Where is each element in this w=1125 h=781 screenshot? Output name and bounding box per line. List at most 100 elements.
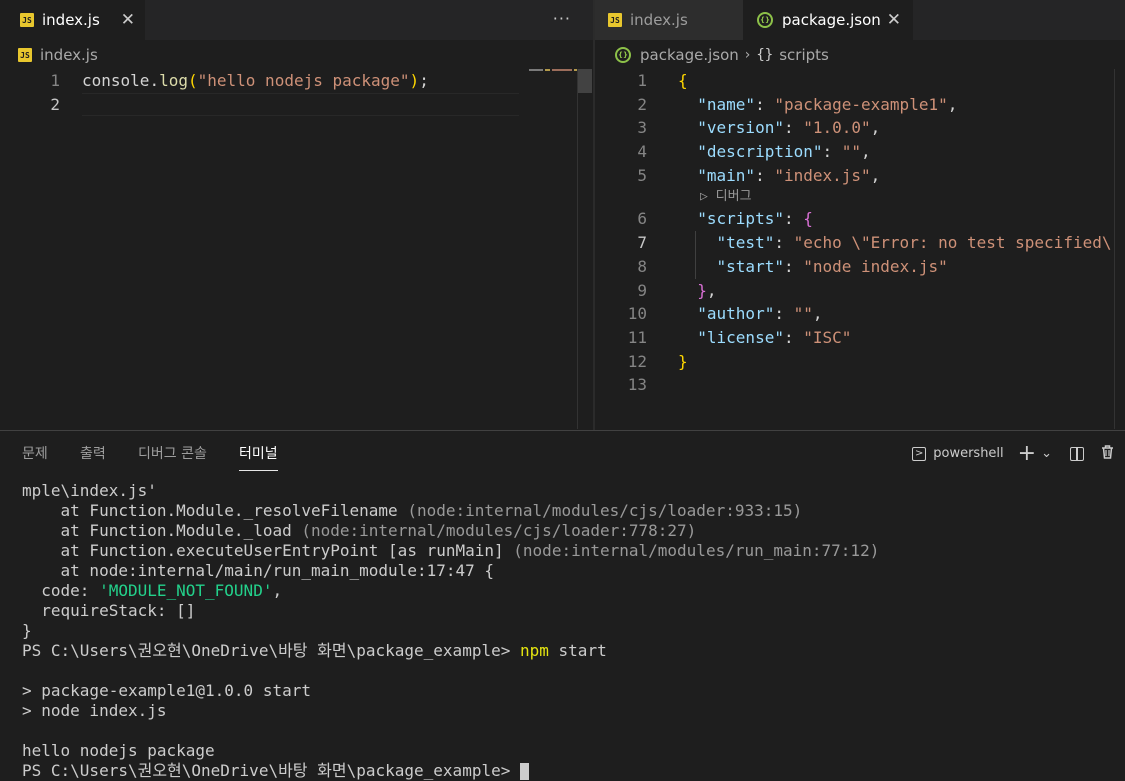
code-token: "version" (697, 118, 784, 138)
terminal-output[interactable]: mple\index.js' at Function.Module._resol… (22, 481, 1125, 780)
line-text: "version": "1.0.0", (678, 116, 880, 140)
line-number: 13 (627, 375, 647, 395)
line-text: "start": "node index.js" (678, 255, 948, 279)
code-token: "author" (697, 304, 775, 324)
terminal-line: mple\index.js' (22, 481, 1125, 501)
code-token: "echo \"Error: no test specified\" && ex… (793, 233, 1122, 253)
line-number: 2 (637, 94, 647, 114)
line-number: 9 (637, 280, 647, 300)
debug-codelens[interactable]: ▷ 디버그 (595, 187, 1125, 207)
code-line: 7 "test": "echo \"Error: no test specifi… (595, 231, 1125, 255)
code-line: 2 (0, 92, 593, 117)
line-text: }, (678, 279, 716, 303)
scrollbar-thumb[interactable] (578, 69, 592, 93)
terminal-line: at node:internal/main/run_main_module:17… (22, 561, 1125, 581)
code-token: , (861, 142, 871, 162)
code-token: { (678, 71, 688, 90)
tab-output[interactable]: 출력 (80, 443, 106, 463)
code-token: , (870, 165, 881, 185)
terminal-text: hello nodejs package (22, 741, 215, 760)
code-token: "ISC" (803, 327, 852, 347)
code-token: "description" (697, 142, 823, 162)
code-token: : (783, 209, 804, 229)
code-token: "test" (716, 233, 775, 253)
breadcrumb-symbol[interactable]: scripts (779, 46, 829, 64)
terminal-text: } (22, 621, 32, 640)
bottom-panel: 문제 출력 디버그 콘솔 터미널 > powershell + ⌄ mple\i… (0, 430, 1125, 780)
terminal-line: PS C:\Users\권오현\OneDrive\바탕 화면\package_e… (22, 641, 1125, 661)
new-terminal-button[interactable]: + (1018, 441, 1036, 466)
javascript-file-icon: JS (20, 13, 34, 27)
breadcrumb-file[interactable]: index.js (40, 46, 98, 64)
terminal-line: > package-example1@1.0.0 start (22, 681, 1125, 701)
code-line: 5 "main": "index.js", (595, 164, 1125, 188)
line-number: 4 (637, 142, 647, 162)
tab-terminal[interactable]: 터미널 (239, 443, 278, 471)
code-token: log (159, 71, 188, 90)
vertical-scrollbar[interactable] (577, 69, 592, 429)
terminal-icon: > (912, 446, 927, 461)
close-icon[interactable]: ✕ (121, 10, 135, 30)
vertical-scrollbar[interactable] (1114, 69, 1125, 429)
code-token: "node index.js" (803, 256, 948, 276)
javascript-file-icon: JS (18, 48, 32, 62)
close-icon[interactable]: ✕ (887, 10, 901, 30)
terminal-text: > node index.js (22, 701, 167, 720)
tab-label: index.js (630, 11, 688, 29)
line-text: "test": "echo \"Error: no test specified… (678, 231, 1125, 255)
trash-icon[interactable] (1100, 444, 1115, 464)
terminal-shell-selector[interactable]: powershell (933, 446, 1003, 461)
line-text: "scripts": { (678, 207, 813, 231)
code-token: ( (187, 71, 198, 90)
tab-label: index.js (42, 11, 100, 29)
code-token: { (803, 209, 813, 229)
code-line: 13 (595, 373, 1125, 397)
code-token: } (697, 280, 707, 300)
breadcrumb-file[interactable]: package.json (640, 46, 739, 64)
tab-debug-console[interactable]: 디버그 콘솔 (138, 443, 207, 463)
tab-index-js-left[interactable]: JS index.js ✕ (0, 0, 145, 40)
right-editor-group: JS index.js {} package.json ✕ {} package… (595, 0, 1125, 430)
tab-index-js[interactable]: JS index.js (595, 0, 743, 40)
json-file-icon: {} (615, 47, 631, 63)
code-token: } (678, 351, 688, 371)
terminal-text: mple\index.js' (22, 481, 157, 500)
tab-package-json[interactable]: {} package.json ✕ (743, 0, 913, 40)
code-line: 9 }, (595, 279, 1125, 303)
split-terminal-icon[interactable] (1070, 446, 1084, 461)
code-editor[interactable]: 1 console.log("hello nodejs package"); 2 (0, 69, 593, 117)
terminal-text: PS C:\Users\권오현\OneDrive\바탕 화면\package_e… (22, 641, 520, 660)
more-actions-icon[interactable]: ··· (553, 9, 571, 28)
chevron-down-icon[interactable]: ⌄ (1041, 446, 1052, 461)
terminal-line: > node index.js (22, 701, 1125, 721)
terminal-text: , (272, 581, 283, 600)
code-token: "scripts" (697, 209, 784, 229)
code-token: : (774, 233, 794, 253)
terminal-line: at Function.Module._load (node:internal/… (22, 521, 1125, 541)
line-text: } (678, 350, 688, 374)
code-editor[interactable]: 1{2 "name": "package-example1", 3 "versio… (595, 69, 1125, 397)
code-line: 4 "description": "", (595, 140, 1125, 164)
code-token: "start" (716, 256, 784, 276)
code-token: "package-example1" (774, 94, 948, 114)
indent-guide (695, 231, 696, 279)
tab-problems[interactable]: 문제 (22, 443, 48, 463)
terminal-text: at node:internal/main/run_main_module:17… (22, 561, 495, 580)
right-tab-bar: JS index.js {} package.json ✕ (595, 0, 1125, 40)
terminal-text: (node:internal/modules/cjs/loader:778:27… (301, 521, 697, 540)
code-token: ; (419, 71, 429, 90)
panel-tab-bar: 문제 출력 디버그 콘솔 터미널 > powershell + ⌄ (0, 431, 1125, 471)
terminal-text: PS C:\Users\권오현\OneDrive\바탕 화면\package_e… (22, 761, 520, 780)
terminal-line: at Function.Module._resolveFilename (nod… (22, 501, 1125, 521)
terminal-line: requireStack: [] (22, 601, 1125, 621)
terminal-text: > package-example1@1.0.0 start (22, 681, 311, 700)
code-token: , (812, 304, 823, 324)
code-line: 1{ (595, 69, 1125, 93)
